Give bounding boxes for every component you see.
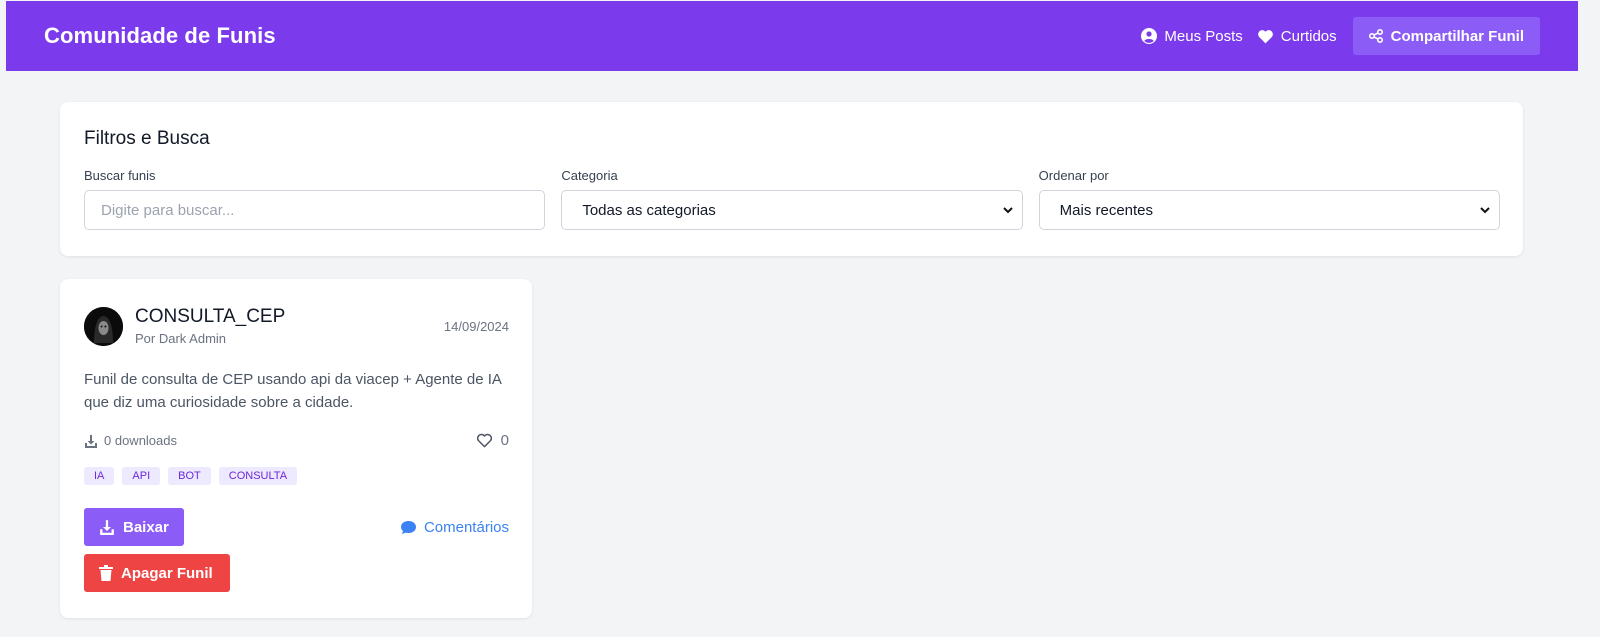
liked-link[interactable]: Curtidos [1257,28,1337,45]
likes-count: 0 [500,432,509,449]
like-button[interactable]: 0 [476,432,509,449]
order-label: Ordenar por [1038,168,1109,183]
download-label: Baixar [123,518,169,536]
tag-badge: CONSULTA [218,467,298,485]
filters-title: Filtros e Busca [84,128,210,149]
post-author: Por Dark Admin [135,331,227,346]
search-input[interactable]: Digite para buscar... [84,190,546,230]
download-icon [85,434,97,448]
funnel-post-card: CONSULTA_CEP Por Dark Admin 14/09/2024 F… [60,279,532,618]
my-posts-label: Meus Posts [1164,27,1243,45]
category-select[interactable]: Todas as categorias [561,190,1023,230]
post-title-block: CONSULTA_CEP Por Dark Admin [135,306,285,346]
category-label: Categoria [561,168,618,183]
brand-title[interactable]: Comunidade de Funis [44,23,276,49]
downloads-stat: 0 downloads [84,433,177,448]
filters-row: Buscar funis Digite para buscar... Categ… [84,168,1500,230]
search-filter: Buscar funis Digite para buscar... [84,168,546,230]
heart-icon [1257,29,1273,43]
my-posts-link[interactable]: Meus Posts [1141,27,1243,45]
post-date: 14/09/2024 [443,318,509,334]
nav-actions: Meus Posts Curtidos Compartilhar Funil [1127,17,1540,55]
category-selected-value: Todas as categorias [582,201,716,219]
order-filter: Ordenar por Mais recentes [1038,168,1500,230]
post-actions: Baixar Comentários [84,508,509,546]
category-filter: Categoria Todas as categorias [561,168,1023,230]
share-funnel-label: Compartilhar Funil [1390,27,1524,45]
share-icon [1368,29,1383,43]
post-stats: 0 downloads 0 [84,432,509,449]
share-funnel-button[interactable]: Compartilhar Funil [1352,17,1540,55]
downloads-count: 0 downloads [104,433,177,448]
order-selected-value: Mais recentes [1059,201,1154,219]
delete-funnel-button[interactable]: Apagar Funil [84,554,230,592]
liked-label: Curtidos [1280,27,1337,45]
user-circle-icon [1141,28,1158,44]
chevron-down-icon [1002,207,1013,214]
search-placeholder: Digite para buscar... [101,201,235,219]
tag-badge: IA [84,467,115,485]
post-tags: IA API BOT CONSULTA [84,467,509,485]
comments-label: Comentários [423,518,509,536]
search-label: Buscar funis [84,168,156,183]
post-author-block: CONSULTA_CEP Por Dark Admin [84,306,285,346]
download-button[interactable]: Baixar [84,508,184,546]
heart-outline-icon [476,433,492,448]
chevron-down-icon [1480,207,1490,214]
comment-icon [400,520,416,534]
hooded-figure-icon [84,306,123,346]
order-select[interactable]: Mais recentes [1038,190,1500,230]
delete-label: Apagar Funil [121,564,213,582]
tag-badge: BOT [168,467,211,485]
download-icon [100,520,114,535]
filters-card: Filtros e Busca Buscar funis Digite para… [60,102,1523,256]
trash-icon [99,565,113,581]
avatar [84,306,123,346]
tag-badge: API [122,467,161,485]
comments-link[interactable]: Comentários [400,519,509,536]
top-navbar: Comunidade de Funis Meus Posts Curtidos [6,1,1578,71]
post-header: CONSULTA_CEP Por Dark Admin 14/09/2024 [84,306,509,346]
post-description: Funil de consulta de CEP usando api da v… [84,371,502,411]
post-title: CONSULTA_CEP [135,306,286,327]
